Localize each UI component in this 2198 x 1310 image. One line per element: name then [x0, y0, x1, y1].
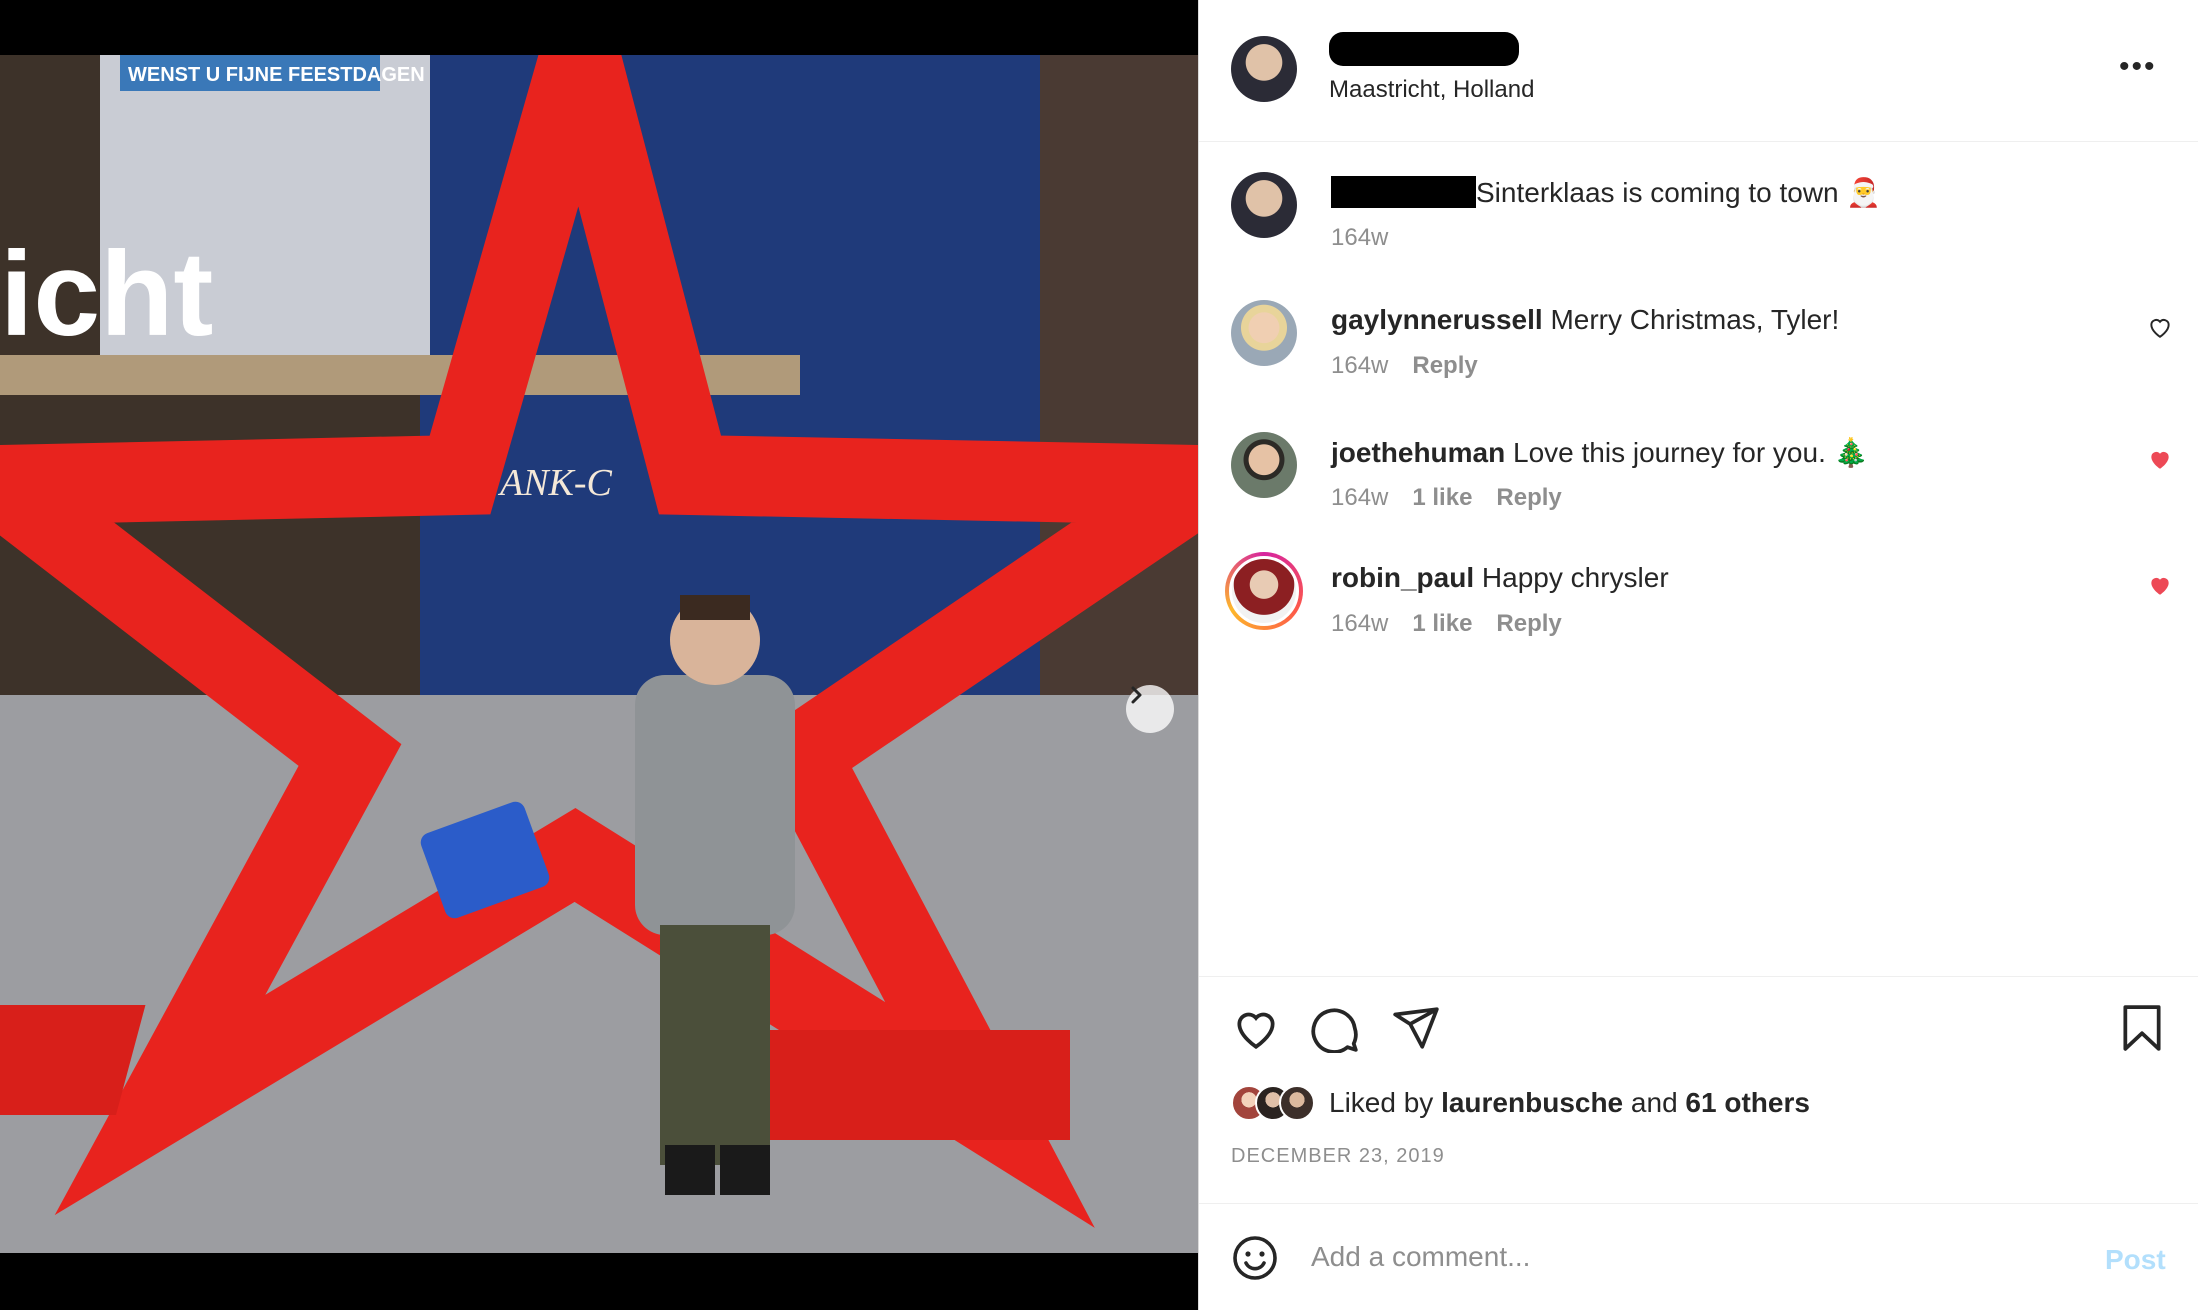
heart-outline-icon[interactable] [2147, 314, 2173, 340]
liker-username[interactable]: laurenbusche [1441, 1087, 1623, 1118]
commenter-avatar [1229, 556, 1299, 626]
photo-facade-text: ANK-C [497, 462, 613, 504]
author-avatar[interactable] [1231, 172, 1297, 238]
post-date[interactable]: DECEMBER 23, 2019 [1231, 1145, 1445, 1168]
author-username-redacted[interactable] [1329, 32, 1519, 66]
commenter-avatar[interactable] [1231, 432, 1297, 498]
comment-meta: 164w 1 like Reply [1331, 610, 1562, 638]
post-comment-button[interactable]: Post [2105, 1244, 2166, 1276]
comment-username[interactable]: joethehuman [1331, 437, 1505, 468]
photo-scene: WENST U FIJNE FEESTDAGEN icht ANK-C [0, 55, 1198, 1253]
photo-pane: WENST U FIJNE FEESTDAGEN icht ANK-C [0, 0, 1198, 1310]
comment-time[interactable]: 164w [1331, 610, 1388, 638]
comment-time[interactable]: 164w [1331, 484, 1388, 512]
like-heart-icon[interactable] [1231, 1003, 1281, 1053]
comment-username[interactable]: robin_paul [1331, 562, 1474, 593]
caption-username-redacted[interactable] [1331, 176, 1476, 208]
commenter-avatar-story-ring[interactable] [1225, 552, 1303, 630]
post-photo[interactable]: WENST U FIJNE FEESTDAGEN icht ANK-C [0, 55, 1198, 1253]
caption-meta: 164w [1331, 224, 1388, 252]
caption-text-row: Sinterklaas is coming to town 🎅 [1331, 176, 1881, 209]
comment-text: Happy chrysler [1481, 562, 1669, 593]
comment-username[interactable]: gaylynnerussell [1331, 304, 1543, 335]
likes-text: Liked by laurenbusche and 61 others [1329, 1087, 1810, 1119]
bookmark-icon[interactable] [2117, 1003, 2167, 1053]
comment-likes[interactable]: 1 like [1412, 484, 1472, 512]
comment-text: Love this journey for you. 🎄 [1513, 437, 1869, 468]
comment-bubble-icon[interactable] [1311, 1003, 1361, 1053]
likes-summary: Liked by laurenbusche and 61 others [1231, 1085, 1810, 1121]
heart-filled-icon[interactable] [2147, 572, 2173, 598]
comment-meta: 164w Reply [1331, 352, 1478, 380]
caption-text: Sinterklaas is coming to town 🎅 [1476, 177, 1882, 208]
photo-sign-text: WENST U FIJNE FEESTDAGEN [128, 64, 425, 86]
comment-likes[interactable]: 1 like [1412, 610, 1472, 638]
heart-filled-icon[interactable] [2147, 446, 2173, 472]
liker-avatar [1279, 1085, 1315, 1121]
comment-text-row: robin_paul Happy chrysler [1331, 562, 1669, 594]
comment-text: Merry Christmas, Tyler! [1550, 304, 1840, 335]
post-actions: Liked by laurenbusche and 61 others DECE… [1199, 976, 2198, 1206]
add-comment-bar: Post [1199, 1203, 2198, 1310]
photo-station-text: icht [0, 227, 213, 361]
comment-time[interactable]: 164w [1331, 352, 1388, 380]
share-send-icon[interactable] [1391, 1003, 1441, 1053]
likes-prefix: Liked by [1329, 1087, 1434, 1118]
comment-input[interactable] [1311, 1232, 2011, 1282]
likes-joiner: and [1630, 1087, 1678, 1118]
comment-meta: 164w 1 like Reply [1331, 484, 1562, 512]
more-options-button[interactable]: ••• [2119, 52, 2157, 82]
commenter-avatar[interactable] [1231, 300, 1297, 366]
likes-others-link[interactable]: 61 others [1685, 1087, 1810, 1118]
carousel-next-button[interactable] [1126, 685, 1174, 733]
author-avatar[interactable] [1231, 36, 1297, 102]
post-header: Maastricht, Holland ••• [1199, 0, 2198, 142]
caption-time[interactable]: 164w [1331, 224, 1388, 252]
reply-button[interactable]: Reply [1496, 610, 1561, 638]
chevron-right-icon [1131, 686, 1142, 704]
comment-text-row: gaylynnerussell Merry Christmas, Tyler! [1331, 304, 1839, 336]
post-detail-panel: Maastricht, Holland ••• Sinterklaas is c… [1198, 0, 2198, 1310]
reply-button[interactable]: Reply [1412, 352, 1477, 380]
reply-button[interactable]: Reply [1496, 484, 1561, 512]
emoji-smiley-icon[interactable] [1231, 1234, 1279, 1282]
comment-text-row: joethehuman Love this journey for you. 🎄 [1331, 436, 1869, 469]
post-location[interactable]: Maastricht, Holland [1329, 76, 1534, 104]
